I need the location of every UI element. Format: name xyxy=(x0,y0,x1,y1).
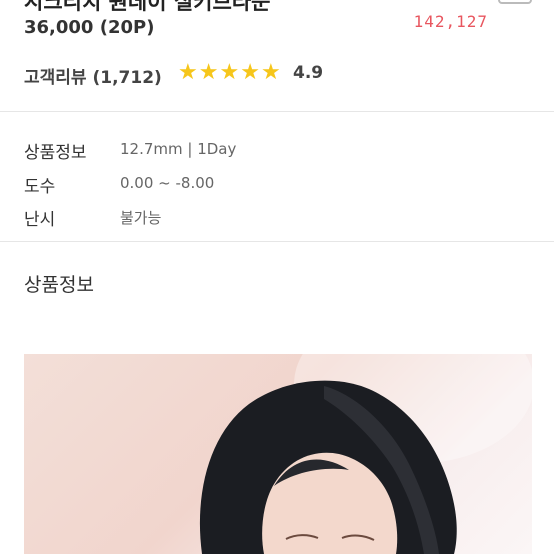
product-title: 시크리치 원데이 실키브라운 xyxy=(24,0,271,14)
star-icon: ★ xyxy=(219,60,240,85)
share-icon[interactable] xyxy=(498,0,532,4)
star-icon: ★ xyxy=(178,60,198,85)
spec-value-power: 0.00 ~ -8.00 xyxy=(120,174,215,192)
product-price: 36,000 (20P) xyxy=(24,17,155,38)
spec-value-astigmatism: 불가능 xyxy=(120,209,162,227)
spec-value-info: 12.7mm | 1Day xyxy=(120,140,237,158)
spec-label-info: 상품정보 xyxy=(24,143,87,163)
section-title: 상품정보 xyxy=(24,274,94,296)
divider xyxy=(0,241,554,242)
star-icon: ★ xyxy=(260,60,281,85)
star-icon: ★ xyxy=(198,60,219,85)
review-count-link[interactable]: 고객리뷰 (1,712) xyxy=(24,63,162,88)
spec-label-astigmatism: 난시 xyxy=(24,210,56,230)
spec-label-power: 도수 xyxy=(24,177,56,197)
product-model-image xyxy=(24,354,532,554)
rating-score: 4.9 xyxy=(293,63,324,83)
counter-value: 142,127 xyxy=(413,12,488,31)
star-rating: ★ ★ ★ ★ ★ xyxy=(178,60,281,86)
divider xyxy=(0,111,554,112)
star-icon: ★ xyxy=(240,60,260,85)
